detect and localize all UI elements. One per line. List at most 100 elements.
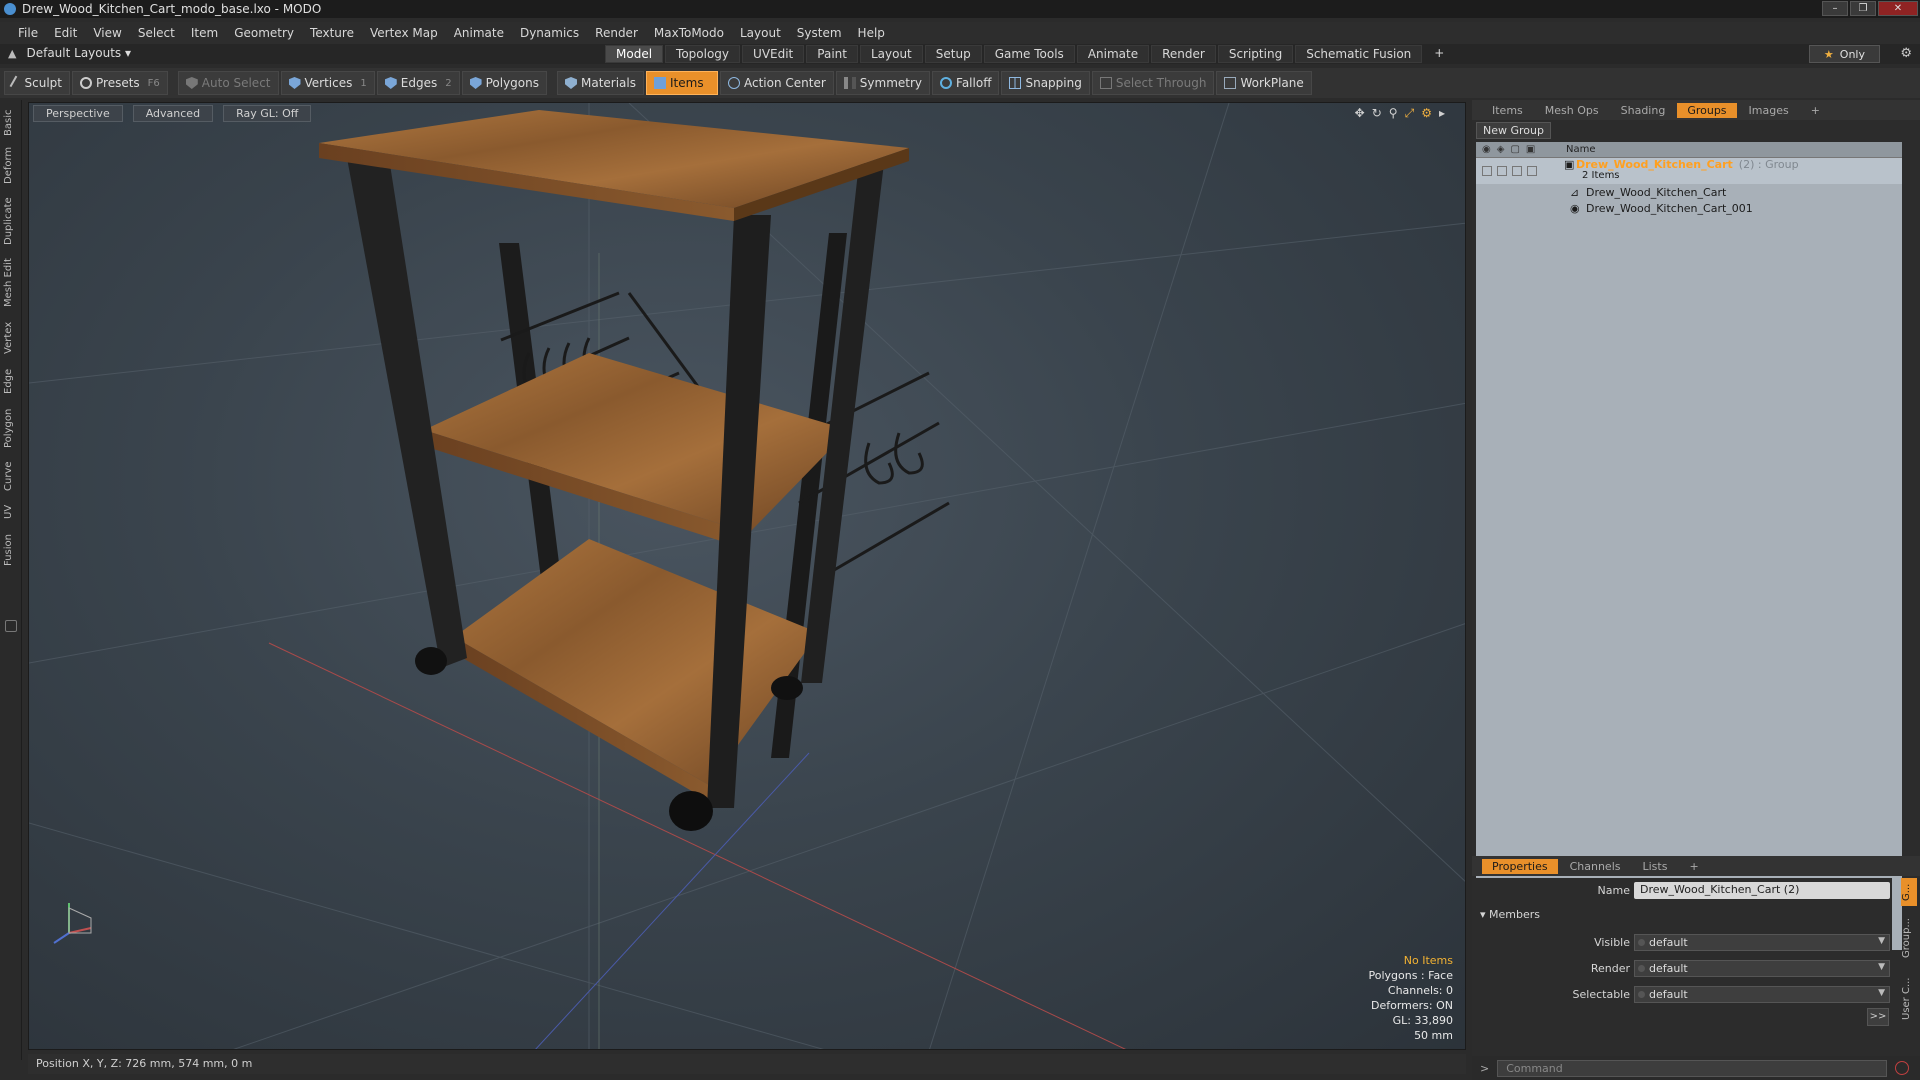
menu-geometry[interactable]: Geometry bbox=[226, 26, 302, 40]
tab-mesh-ops[interactable]: Mesh Ops bbox=[1535, 103, 1609, 118]
menu-item[interactable]: Item bbox=[183, 26, 226, 40]
tab-paint[interactable]: Paint bbox=[806, 45, 858, 63]
close-button[interactable]: ✕ bbox=[1878, 1, 1918, 16]
default-layouts-dropdown[interactable]: Default Layouts ▾ bbox=[26, 46, 131, 60]
tab-layout[interactable]: Layout bbox=[859, 45, 923, 63]
menu-maxtomodo[interactable]: MaxToModo bbox=[646, 26, 732, 40]
tab-properties[interactable]: Properties bbox=[1482, 858, 1558, 874]
visibility-col-icon[interactable]: ◉ bbox=[1482, 144, 1491, 155]
menu-select[interactable]: Select bbox=[130, 26, 183, 40]
vtab-edge[interactable]: Edge bbox=[3, 364, 19, 398]
advanced-shading-button[interactable]: Advanced bbox=[132, 105, 214, 122]
menu-help[interactable]: Help bbox=[850, 26, 893, 40]
members-section-header[interactable]: ▾ Members bbox=[1480, 908, 1540, 921]
snapping-button[interactable]: Snapping bbox=[1001, 71, 1090, 95]
vtab-vertex[interactable]: Vertex bbox=[3, 318, 19, 358]
menu-texture[interactable]: Texture bbox=[302, 26, 362, 40]
menu-system[interactable]: System bbox=[789, 26, 850, 40]
tab-channels[interactable]: Channels bbox=[1560, 859, 1631, 874]
tab-uvedit[interactable]: UVEdit bbox=[742, 45, 805, 63]
tab-groups[interactable]: Groups bbox=[1677, 102, 1737, 118]
render-toggle[interactable] bbox=[1497, 166, 1507, 176]
3d-viewport[interactable]: Perspective Advanced Ray GL: Off ✥ ↻ ⚲ ⤢… bbox=[28, 102, 1466, 1050]
add-tab-button[interactable]: + bbox=[1801, 103, 1830, 118]
stop-icon[interactable] bbox=[1895, 1061, 1910, 1075]
tab-schematic-fusion[interactable]: Schematic Fusion bbox=[1295, 45, 1423, 63]
select-through-button[interactable]: Select Through bbox=[1091, 71, 1215, 95]
visible-select[interactable]: default ▼ bbox=[1634, 933, 1890, 951]
fit-icon[interactable]: ⤢ bbox=[1405, 106, 1415, 121]
viewport-menu-arrow-icon[interactable]: ▸ bbox=[1439, 106, 1445, 121]
viewport-settings-icon[interactable]: ⚙ bbox=[1421, 106, 1432, 121]
tab-items[interactable]: Items bbox=[1482, 103, 1533, 118]
name-field[interactable]: Drew_Wood_Kitchen_Cart (2) bbox=[1634, 881, 1890, 899]
minimize-button[interactable]: – bbox=[1822, 1, 1848, 16]
expand-properties-button[interactable]: >> bbox=[1867, 1008, 1889, 1026]
tab-shading[interactable]: Shading bbox=[1611, 103, 1676, 118]
menu-animate[interactable]: Animate bbox=[446, 26, 512, 40]
tab-render[interactable]: Render bbox=[1151, 45, 1216, 63]
pan-icon[interactable]: ✥ bbox=[1355, 106, 1365, 121]
materials-button[interactable]: Materials bbox=[556, 71, 644, 95]
menu-dynamics[interactable]: Dynamics bbox=[512, 26, 587, 40]
vtab-uv[interactable]: UV bbox=[3, 500, 19, 524]
tab-game-tools[interactable]: Game Tools bbox=[983, 45, 1075, 63]
rotate-icon[interactable]: ↻ bbox=[1372, 106, 1382, 121]
new-group-button[interactable]: New Group bbox=[1476, 122, 1551, 139]
add-layout-tab-button[interactable]: + bbox=[1424, 45, 1454, 63]
side-tab-user[interactable]: User C... bbox=[1901, 972, 1917, 1026]
vtab-fusion[interactable]: Fusion bbox=[3, 530, 19, 570]
side-tab-group[interactable]: Group... bbox=[1901, 912, 1917, 964]
visibility-toggle[interactable] bbox=[1482, 166, 1492, 176]
perspective-view-button[interactable]: Perspective bbox=[33, 105, 123, 122]
menu-vertex-map[interactable]: Vertex Map bbox=[362, 26, 446, 40]
add-properties-tab-button[interactable]: + bbox=[1679, 859, 1708, 874]
tab-topology[interactable]: Topology bbox=[665, 45, 741, 63]
tab-setup[interactable]: Setup bbox=[924, 45, 982, 63]
select-toggle[interactable] bbox=[1527, 166, 1537, 176]
side-tab-g[interactable]: G... bbox=[1901, 878, 1917, 906]
menu-edit[interactable]: Edit bbox=[46, 26, 85, 40]
groups-tree[interactable]: ◉ ◈ ▢ ▣ Name ▣ Drew_Wood_Kitchen_Cart (2)… bbox=[1476, 142, 1902, 950]
menu-file[interactable]: File bbox=[10, 26, 46, 40]
vtab-basic[interactable]: Basic bbox=[3, 108, 19, 138]
lock-toggle[interactable] bbox=[1512, 166, 1522, 176]
select-col-icon[interactable]: ▣ bbox=[1526, 144, 1535, 155]
symmetry-button[interactable]: Symmetry bbox=[835, 71, 931, 95]
lock-col-icon[interactable]: ▢ bbox=[1510, 144, 1519, 155]
vtab-polygon[interactable]: Polygon bbox=[3, 404, 19, 452]
sculpt-button[interactable]: Sculpt bbox=[4, 71, 70, 95]
tree-row-child[interactable]: ◉ Drew_Wood_Kitchen_Cart_001 bbox=[1476, 200, 1902, 216]
workplane-button[interactable]: WorkPlane bbox=[1216, 71, 1312, 95]
render-col-icon[interactable]: ◈ bbox=[1497, 144, 1505, 155]
falloff-button[interactable]: Falloff bbox=[932, 71, 1000, 95]
auto-select-button[interactable]: Auto Select bbox=[177, 71, 279, 95]
tree-row-child[interactable]: ⊿ Drew_Wood_Kitchen_Cart bbox=[1476, 184, 1902, 200]
tab-lists[interactable]: Lists bbox=[1633, 859, 1678, 874]
menu-render[interactable]: Render bbox=[587, 26, 646, 40]
edges-button[interactable]: Edges 2 bbox=[376, 71, 460, 95]
only-toggle[interactable]: ★ Only bbox=[1808, 45, 1880, 63]
tab-scripting[interactable]: Scripting bbox=[1217, 45, 1294, 63]
name-column-header[interactable]: Name bbox=[1560, 144, 1596, 155]
selectable-select[interactable]: default ▼ bbox=[1634, 985, 1890, 1003]
render-select[interactable]: default ▼ bbox=[1634, 959, 1890, 977]
layout-arrow-icon[interactable]: ▲ bbox=[8, 47, 16, 60]
zoom-icon[interactable]: ⚲ bbox=[1389, 106, 1398, 121]
strip-toggle-icon[interactable] bbox=[5, 620, 17, 632]
items-button[interactable]: Items bbox=[646, 71, 718, 95]
raygl-toggle-button[interactable]: Ray GL: Off bbox=[223, 105, 312, 122]
menu-layout[interactable]: Layout bbox=[732, 26, 789, 40]
tab-model[interactable]: Model bbox=[605, 45, 664, 63]
tab-images[interactable]: Images bbox=[1739, 103, 1799, 118]
vtab-deform[interactable]: Deform bbox=[3, 144, 19, 186]
vtab-mesh-edit[interactable]: Mesh Edit bbox=[3, 256, 19, 310]
presets-button[interactable]: Presets F6 bbox=[72, 71, 168, 95]
tab-animate[interactable]: Animate bbox=[1076, 45, 1150, 63]
polygons-button[interactable]: Polygons bbox=[461, 71, 547, 95]
restore-button[interactable]: ❐ bbox=[1850, 1, 1876, 16]
action-center-button[interactable]: Action Center bbox=[720, 71, 834, 95]
vtab-curve[interactable]: Curve bbox=[3, 458, 19, 494]
vtab-duplicate[interactable]: Duplicate bbox=[3, 194, 19, 248]
command-input[interactable]: Command bbox=[1497, 1059, 1888, 1077]
